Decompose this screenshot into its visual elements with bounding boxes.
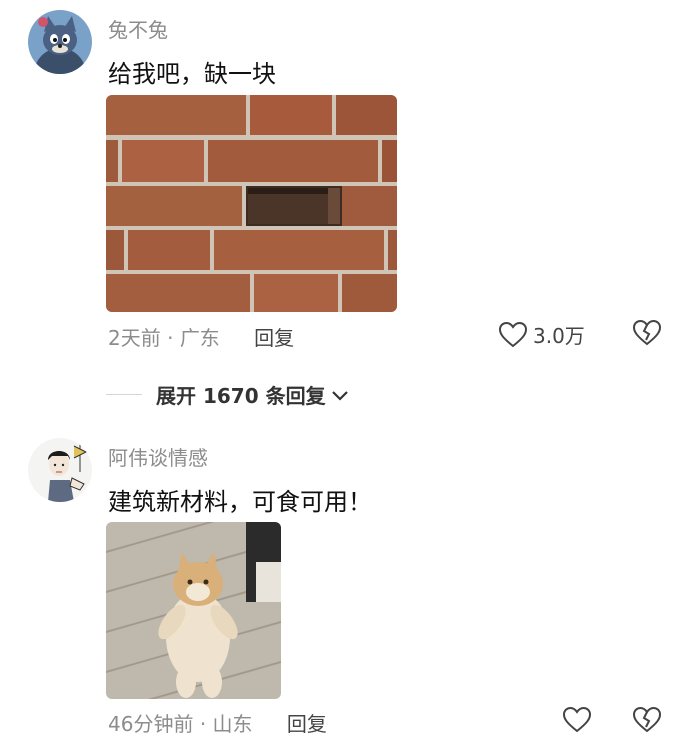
timestamp: 2天前 — [108, 326, 161, 350]
username[interactable]: 阿伟谈情感 — [108, 442, 208, 471]
heart-icon — [563, 707, 591, 733]
broken-heart-icon — [632, 319, 662, 346]
reply-button[interactable]: 回复 — [254, 326, 294, 350]
comment-text: 建筑新材料，可食可用！ — [108, 488, 372, 516]
reply-button[interactable]: 回复 — [287, 712, 327, 736]
comment-meta: 2天前 · 广东 回复 — [108, 322, 294, 351]
heart-icon — [499, 321, 527, 347]
username[interactable]: 兔不兔 — [108, 14, 168, 43]
location: 广东 — [179, 326, 220, 350]
timestamp: 46分钟前 — [108, 712, 194, 736]
like-button[interactable] — [563, 707, 591, 733]
divider-line — [106, 394, 142, 395]
illustrated-man-avatar-icon — [28, 438, 92, 502]
dislike-button[interactable] — [632, 706, 662, 737]
location: 山东 — [212, 712, 253, 736]
like-button[interactable]: 3.0万 — [499, 320, 585, 349]
avatar[interactable] — [28, 438, 92, 502]
expand-replies-button[interactable]: 展开 1670 条回复 — [106, 380, 350, 409]
brick-wall-image — [106, 95, 397, 312]
separator: · — [167, 326, 174, 350]
expand-replies-label: 展开 1670 条回复 — [156, 384, 326, 408]
like-count: 3.0万 — [533, 324, 585, 348]
comment-image[interactable] — [106, 522, 281, 699]
chevron-down-icon — [331, 390, 348, 401]
separator: · — [199, 712, 207, 736]
comment-meta: 46分钟前 · 山东 回复 — [108, 708, 327, 737]
cat-cartoon-avatar-icon — [28, 10, 92, 74]
cat-photo-image — [106, 522, 281, 699]
avatar[interactable] — [28, 10, 92, 74]
broken-heart-icon — [632, 706, 662, 733]
comment-image[interactable] — [106, 95, 397, 312]
dislike-button[interactable] — [632, 319, 662, 350]
comment-text: 给我吧，缺一块 — [108, 60, 276, 88]
